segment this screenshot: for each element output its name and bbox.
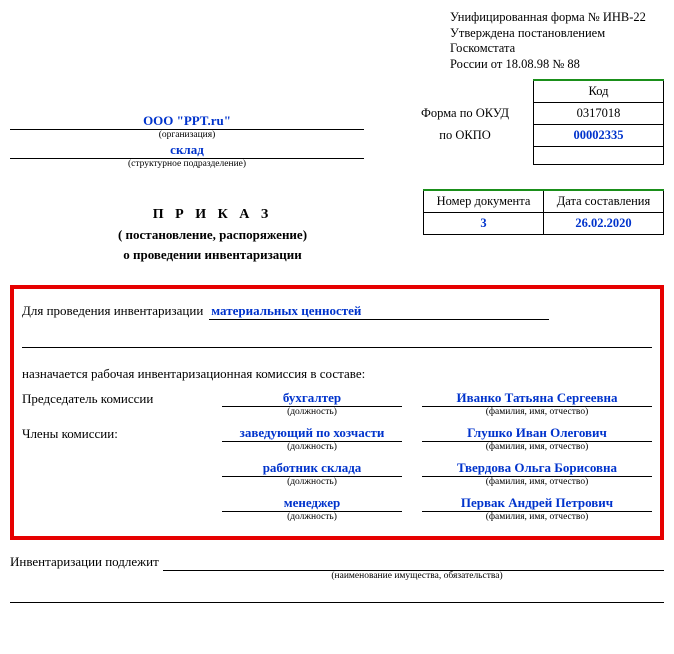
members-label: Члены комиссии: <box>22 425 222 442</box>
commission-name: Глушко Иван Олегович <box>422 425 652 442</box>
subject-line-2 <box>10 589 664 603</box>
commission-position: менеджер <box>222 495 402 512</box>
position-caption: (должность) <box>222 477 402 487</box>
position-caption: (должность) <box>222 407 402 417</box>
okud-value: 0317018 <box>534 102 664 124</box>
okpo-value: 00002335 <box>534 124 664 146</box>
docdate-header: Дата составления <box>544 190 664 213</box>
form-reference: Унифицированная форма № ИНВ-22 Утвержден… <box>450 10 664 73</box>
position-caption: (должность) <box>222 442 402 452</box>
docdate-value: 26.02.2020 <box>544 212 664 234</box>
empty-label <box>22 495 222 512</box>
commission-name: Первак Андрей Петрович <box>422 495 652 512</box>
chairman-label: Председатель комиссии <box>22 390 222 407</box>
commission-section: Для проведения инвентаризации материальны… <box>10 285 664 540</box>
unit-field: склад <box>10 142 364 159</box>
docnum-value: 3 <box>424 212 544 234</box>
commission-row: Члены комиссии:заведующий по хозчасти(до… <box>22 425 652 452</box>
commission-position: бухгалтер <box>222 390 402 407</box>
name-caption: (фамилия, имя, отчество) <box>422 512 652 522</box>
commission-row: Председатель комиссиибухгалтер(должность… <box>22 390 652 417</box>
commission-name: Твердова Ольга Борисовна <box>422 460 652 477</box>
form-ref-line1: Унифицированная форма № ИНВ-22 <box>450 10 664 26</box>
empty-code-cell <box>534 146 664 164</box>
commission-row: работник склада(должность) Твердова Ольга… <box>22 460 652 487</box>
name-caption: (фамилия, имя, отчество) <box>422 442 652 452</box>
subject-field <box>163 557 664 571</box>
commission-position: работник склада <box>222 460 402 477</box>
okpo-label: по ОКПО <box>413 124 517 146</box>
assign-text: назначается рабочая инвентаризационная к… <box>22 366 652 382</box>
kod-header: Код <box>534 80 664 103</box>
purpose-line-2 <box>22 334 652 348</box>
position-caption: (должность) <box>222 512 402 522</box>
docnum-header: Номер документа <box>424 190 544 213</box>
form-ref-line3: России от 18.08.98 № 88 <box>450 57 664 73</box>
order-subtitle-2: о проведении инвентаризации <box>10 247 415 263</box>
name-caption: (фамилия, имя, отчество) <box>422 407 652 417</box>
unit-value: склад <box>170 142 204 157</box>
okud-label: Форма по ОКУД <box>413 102 517 124</box>
order-subtitle-1: ( постановление, распоряжение) <box>10 227 415 243</box>
organization-field: ООО "PPT.ru" <box>10 113 364 130</box>
commission-position: заведующий по хозчасти <box>222 425 402 442</box>
subject-caption: (наименование имущества, обязательства) <box>170 571 664 581</box>
purpose-value: материальных ценностей <box>209 303 549 320</box>
purpose-prefix: Для проведения инвентаризации <box>22 303 203 318</box>
commission-row: менеджер(должность) Первак Андрей Петрови… <box>22 495 652 522</box>
form-ref-line2: Утверждена постановлением Госкомстата <box>450 26 664 57</box>
subject-label: Инвентаризации подлежит <box>10 554 163 571</box>
organization-value: ООО "PPT.ru" <box>143 113 231 128</box>
unit-caption: (структурное подразделение) <box>10 159 364 169</box>
commission-name: Иванко Татьяна Сергеевна <box>422 390 652 407</box>
name-caption: (фамилия, имя, отчество) <box>422 477 652 487</box>
order-title: П Р И К А З <box>10 207 415 223</box>
empty-label <box>22 460 222 477</box>
organization-caption: (организация) <box>10 130 364 140</box>
